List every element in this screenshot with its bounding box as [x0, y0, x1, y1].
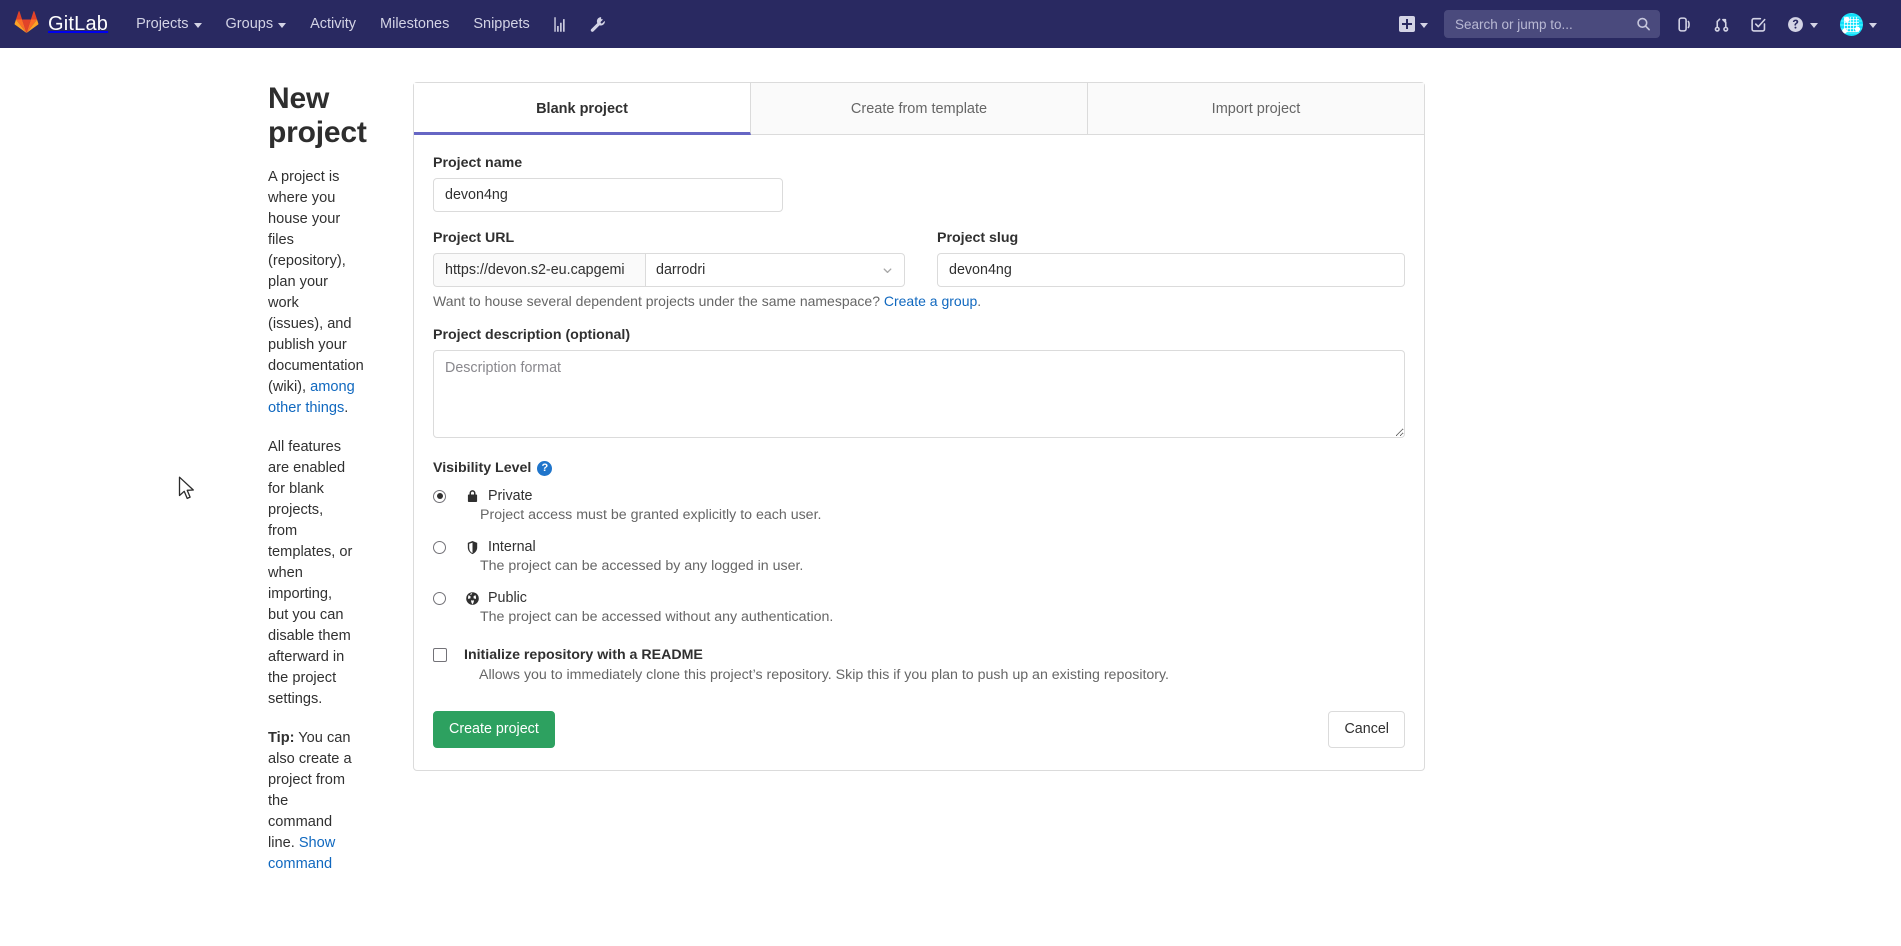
project-description-field-group: Project description (optional)	[433, 327, 1405, 438]
chevron-down-icon	[1869, 23, 1877, 28]
nav-link-projects-label: Projects	[136, 16, 188, 32]
lock-icon	[464, 489, 480, 504]
chevron-down-icon	[1810, 23, 1818, 28]
visibility-option-public-row: Public	[433, 590, 1405, 606]
create-a-group-link[interactable]: Create a group	[884, 293, 977, 309]
intro-paragraph-1-text: A project is where you house your files …	[268, 169, 364, 395]
user-menu-button[interactable]	[1828, 0, 1885, 48]
plus-icon	[1399, 16, 1415, 32]
todos-icon[interactable]	[1740, 0, 1777, 48]
visibility-radio-public[interactable]	[433, 592, 446, 605]
form-actions: Create project Cancel	[433, 711, 1405, 748]
project-name-label: Project name	[433, 155, 1405, 171]
globe-icon	[464, 591, 480, 606]
visibility-option-public-description: The project can be accessed without any …	[480, 609, 1405, 625]
visibility-option-private-description: Project access must be granted explicitl…	[480, 507, 1405, 523]
visibility-option-public[interactable]: Public The project can be accessed witho…	[433, 590, 1405, 625]
project-url-input-group: https://devon.s2-eu.capgemi darrodri	[433, 253, 905, 287]
nav-link-milestones[interactable]: Milestones	[368, 0, 461, 48]
visibility-level-header: Visibility Level ?	[433, 460, 1405, 476]
initialize-readme-group: Initialize repository with a README Allo…	[433, 647, 1405, 683]
project-slug-label: Project slug	[937, 230, 1405, 246]
visibility-level-label: Visibility Level	[433, 460, 531, 476]
namespace-helper-prefix: Want to house several dependent projects…	[433, 293, 884, 309]
intro-paragraph-1-suffix: .	[344, 400, 348, 416]
cancel-button[interactable]: Cancel	[1328, 711, 1405, 748]
tab-create-from-template[interactable]: Create from template	[751, 83, 1088, 134]
new-project-card: Blank project Create from template Impor…	[413, 82, 1425, 771]
tab-blank-project[interactable]: Blank project	[414, 83, 751, 135]
project-description-textarea[interactable]	[433, 350, 1405, 438]
intro-paragraph-2: All features are enabled for blank proje…	[268, 437, 355, 710]
chevron-down-icon	[194, 23, 202, 28]
help-menu-button[interactable]	[1777, 0, 1828, 48]
help-icon	[1787, 16, 1804, 33]
gitlab-tanuki-logo-icon	[14, 10, 39, 39]
intro-tip: Tip: You can also create a project from …	[268, 728, 355, 875]
search-container	[1444, 10, 1660, 38]
create-new-button[interactable]	[1389, 0, 1438, 48]
primary-nav-links: Projects Groups Activity Milestones Snip…	[124, 0, 616, 48]
tip-label: Tip:	[268, 730, 294, 746]
chevron-down-icon	[1420, 23, 1428, 28]
project-description-label: Project description (optional)	[433, 327, 1405, 343]
intro-column: New project A project is where you house…	[0, 82, 365, 893]
analytics-icon[interactable]	[542, 0, 579, 48]
search-input[interactable]	[1444, 10, 1660, 38]
tab-import-project[interactable]: Import project	[1088, 83, 1424, 134]
project-type-tabs: Blank project Create from template Impor…	[414, 83, 1424, 135]
project-url-field-group: Project URL https://devon.s2-eu.capgemi …	[433, 230, 905, 287]
namespace-helper-suffix: .	[977, 293, 981, 309]
visibility-option-internal-description: The project can be accessed by any logge…	[480, 558, 1405, 574]
nav-link-groups-label: Groups	[226, 16, 274, 32]
user-avatar	[1840, 13, 1863, 36]
project-name-input[interactable]	[433, 178, 783, 212]
initialize-readme-row: Initialize repository with a README	[433, 647, 1405, 663]
namespace-helper-text: Want to house several dependent projects…	[433, 293, 1405, 309]
gitlab-home-link[interactable]: GitLab	[10, 0, 124, 48]
project-name-field-group: Project name	[433, 155, 1405, 212]
visibility-option-internal-row: Internal	[433, 539, 1405, 555]
visibility-option-internal[interactable]: Internal The project can be accessed by …	[433, 539, 1405, 574]
nav-link-projects[interactable]: Projects	[124, 0, 213, 48]
visibility-option-private-row: Private	[433, 488, 1405, 504]
nav-link-snippets[interactable]: Snippets	[461, 0, 541, 48]
namespace-select[interactable]: darrodri	[645, 253, 905, 287]
project-slug-input[interactable]	[937, 253, 1405, 287]
project-url-label: Project URL	[433, 230, 905, 246]
brand-name: GitLab	[48, 13, 108, 36]
top-navbar: GitLab Projects Groups Activity Mileston…	[0, 0, 1901, 48]
project-url-prefix: https://devon.s2-eu.capgemi	[433, 253, 645, 287]
initialize-readme-description: Allows you to immediately clone this pro…	[479, 667, 1405, 683]
nav-link-groups[interactable]: Groups	[214, 0, 299, 48]
chevron-down-icon	[278, 23, 286, 28]
visibility-option-private[interactable]: Private Project access must be granted e…	[433, 488, 1405, 523]
tip-text: You can also create a project from the c…	[268, 730, 352, 851]
navbar-left-section: GitLab Projects Groups Activity Mileston…	[10, 0, 616, 48]
new-project-card-wrapper: Blank project Create from template Impor…	[413, 82, 1425, 893]
nav-link-activity[interactable]: Activity	[298, 0, 368, 48]
page-content: New project A project is where you house…	[0, 48, 1901, 893]
page-title: New project	[268, 82, 355, 150]
visibility-option-private-title: Private	[488, 488, 533, 504]
navbar-right-section	[1389, 0, 1885, 48]
intro-paragraph-1: A project is where you house your files …	[268, 167, 355, 419]
visibility-option-public-title: Public	[488, 590, 527, 606]
chevron-down-icon	[881, 264, 894, 277]
visibility-option-internal-title: Internal	[488, 539, 536, 555]
namespace-select-value: darrodri	[656, 262, 705, 278]
shield-icon	[464, 540, 480, 555]
project-slug-field-group: Project slug	[937, 230, 1405, 287]
visibility-radio-private[interactable]	[433, 490, 446, 503]
merge-requests-icon[interactable]	[1703, 0, 1740, 48]
issues-icon[interactable]	[1666, 0, 1703, 48]
initialize-readme-label[interactable]: Initialize repository with a README	[464, 647, 703, 663]
wrench-icon[interactable]	[579, 0, 616, 48]
initialize-readme-checkbox[interactable]	[433, 648, 447, 662]
question-mark-icon[interactable]: ?	[537, 461, 552, 476]
visibility-radio-internal[interactable]	[433, 541, 446, 554]
create-project-button[interactable]: Create project	[433, 711, 555, 748]
new-project-form: Project name Project URL https://devon.s…	[414, 135, 1424, 770]
project-url-row: Project URL https://devon.s2-eu.capgemi …	[433, 230, 1405, 287]
